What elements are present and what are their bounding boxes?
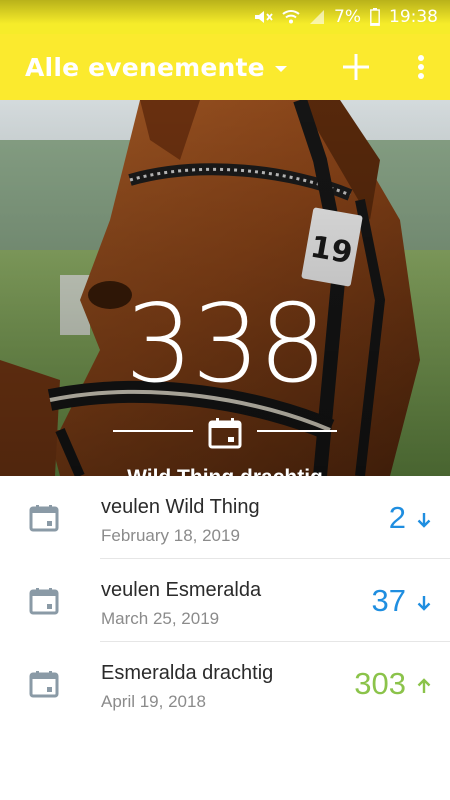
hero-banner[interactable]: 19 338 Wild Thing drachtig: [0, 100, 450, 476]
hero-day-count: 338: [124, 282, 327, 407]
event-title: Esmeralda drachtig: [101, 662, 274, 684]
add-icon: [343, 54, 369, 80]
arrow-up-icon: [417, 678, 431, 693]
calendar-icon: [208, 417, 242, 449]
signal-icon: [309, 9, 325, 25]
divider: [257, 430, 337, 432]
divider: [113, 430, 193, 432]
event-date: February 18, 2019: [101, 526, 240, 545]
battery-percent: 7%: [334, 7, 361, 27]
wifi-icon: [282, 9, 300, 25]
overflow-menu-icon: [418, 55, 424, 79]
clock: 19:38: [389, 7, 438, 27]
arrow-down-icon: [417, 513, 431, 528]
list-item[interactable]: veulen Esmeralda March 25, 2019 37: [0, 559, 450, 642]
mute-icon: [253, 9, 273, 25]
calendar-icon: [29, 588, 59, 615]
event-title: veulen Esmeralda: [101, 579, 262, 601]
add-button[interactable]: [340, 51, 372, 83]
battery-icon: [370, 8, 380, 26]
event-day-count: 37: [371, 583, 406, 618]
calendar-icon: [29, 671, 59, 698]
list-item[interactable]: veulen Wild Thing February 18, 2019 2: [0, 476, 450, 559]
event-day-count: 2: [388, 500, 406, 535]
status-bar: 7% 19:38: [0, 0, 450, 34]
page-title[interactable]: Alle evenemente: [25, 53, 265, 82]
event-day-count: 303: [354, 666, 406, 701]
event-list: veulen Wild Thing February 18, 2019 2 ve…: [0, 476, 450, 725]
calendar-icon: [29, 505, 59, 532]
dropdown-caret-icon[interactable]: [274, 65, 287, 72]
event-date: March 25, 2019: [101, 609, 220, 628]
event-title: veulen Wild Thing: [101, 496, 260, 518]
arrow-down-icon: [417, 596, 431, 611]
list-item[interactable]: Esmeralda drachtig April 19, 2018 303: [0, 642, 450, 725]
hero-event-name: Wild Thing drachtig: [0, 466, 450, 476]
overflow-menu-button[interactable]: [410, 51, 432, 83]
app-bar: Alle evenemente: [0, 34, 450, 100]
event-date: April 19, 2018: [101, 692, 206, 711]
